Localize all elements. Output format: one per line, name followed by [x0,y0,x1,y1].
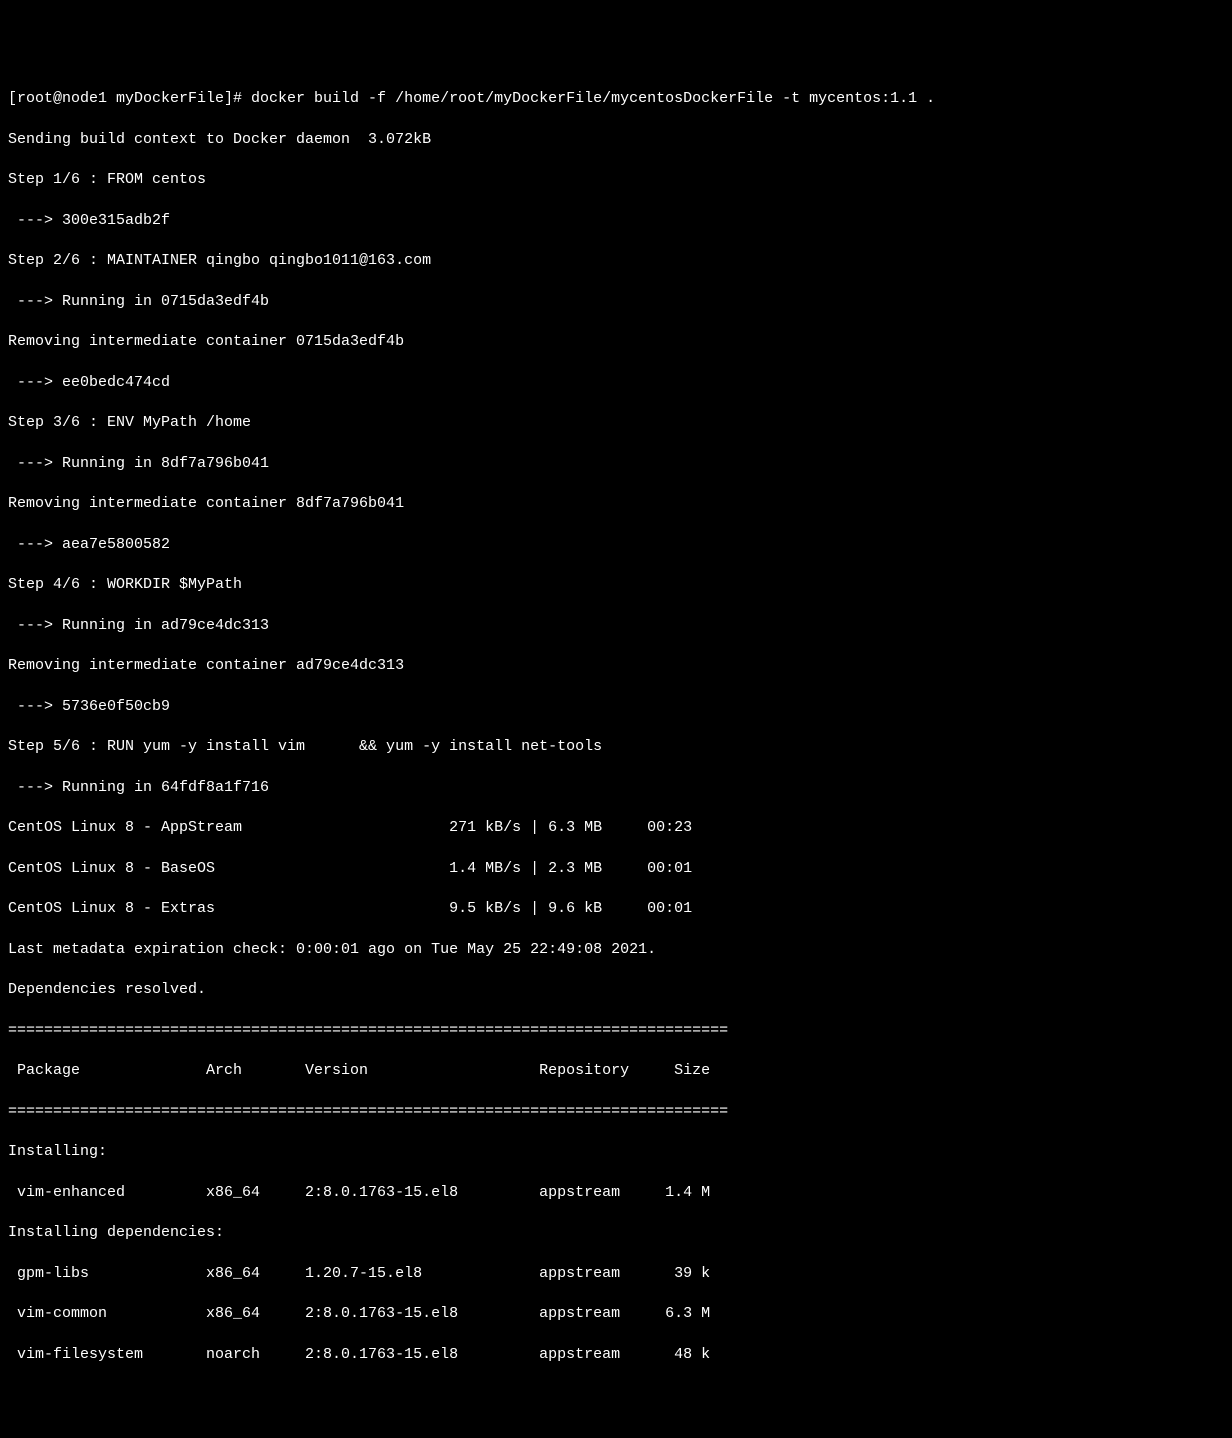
terminal-output: ---> aea7e5800582 [8,535,1224,555]
terminal-output: Dependencies resolved. [8,980,1224,1000]
terminal-output: ---> 5736e0f50cb9 [8,697,1224,717]
table-row: gpm-libs x86_64 1.20.7-15.el8 appstream … [8,1264,1224,1284]
separator: ========================================… [8,1102,1224,1122]
table-row: vim-common x86_64 2:8.0.1763-15.el8 apps… [8,1304,1224,1324]
terminal-output: ---> 300e315adb2f [8,211,1224,231]
separator: ========================================… [8,1021,1224,1041]
terminal-output: Step 5/6 : RUN yum -y install vim && yum… [8,737,1224,757]
terminal-output: Last metadata expiration check: 0:00:01 … [8,940,1224,960]
terminal-output: Removing intermediate container 0715da3e… [8,332,1224,352]
terminal-output: Sending build context to Docker daemon 3… [8,130,1224,150]
terminal-output: CentOS Linux 8 - BaseOS 1.4 MB/s | 2.3 M… [8,859,1224,879]
terminal-output: CentOS Linux 8 - AppStream 271 kB/s | 6.… [8,818,1224,838]
terminal-output: Step 4/6 : WORKDIR $MyPath [8,575,1224,595]
terminal-output: ---> ee0bedc474cd [8,373,1224,393]
table-row: vim-enhanced x86_64 2:8.0.1763-15.el8 ap… [8,1183,1224,1203]
table-header: Package Arch Version Repository Size [8,1061,1224,1081]
table-row: vim-filesystem noarch 2:8.0.1763-15.el8 … [8,1345,1224,1365]
terminal-output: ---> Running in ad79ce4dc313 [8,616,1224,636]
terminal-output: Removing intermediate container ad79ce4d… [8,656,1224,676]
terminal-output: Step 1/6 : FROM centos [8,170,1224,190]
terminal-output: ---> Running in 0715da3edf4b [8,292,1224,312]
table-section: Installing dependencies: [8,1223,1224,1243]
terminal-output: ---> Running in 8df7a796b041 [8,454,1224,474]
table-section: Installing: [8,1142,1224,1162]
terminal-output: Step 2/6 : MAINTAINER qingbo qingbo1011@… [8,251,1224,271]
terminal-output: CentOS Linux 8 - Extras 9.5 kB/s | 9.6 k… [8,899,1224,919]
terminal-output: ---> Running in 64fdf8a1f716 [8,778,1224,798]
terminal-output: Removing intermediate container 8df7a796… [8,494,1224,514]
terminal-prompt-line[interactable]: [root@node1 myDockerFile]# docker build … [8,89,1224,109]
terminal-output: Step 3/6 : ENV MyPath /home [8,413,1224,433]
